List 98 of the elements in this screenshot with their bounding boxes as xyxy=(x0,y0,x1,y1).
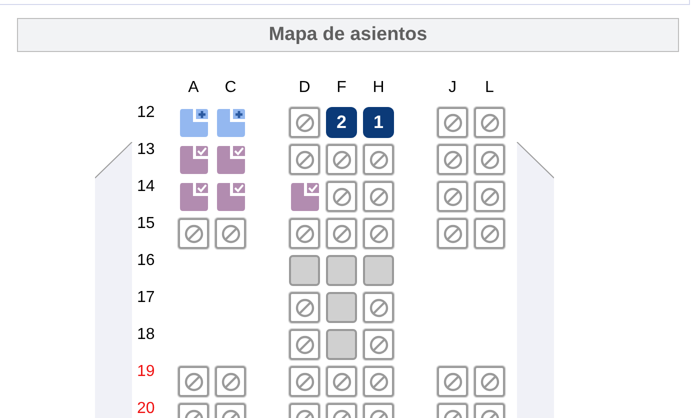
no-entry-icon xyxy=(220,224,240,244)
no-entry-icon xyxy=(480,186,500,206)
blocked-seat[interactable] xyxy=(437,366,468,397)
available-seat[interactable] xyxy=(215,107,246,138)
row-number: 18 xyxy=(136,326,156,343)
no-entry-icon xyxy=(294,372,314,392)
no-entry-icon xyxy=(368,186,388,206)
no-entry-icon xyxy=(184,224,204,244)
section-header: Mapa de asientos xyxy=(17,18,679,52)
blocked-seat[interactable] xyxy=(363,366,394,397)
column-letter: A xyxy=(187,79,200,97)
column-letter: J xyxy=(448,79,458,97)
blocked-seat[interactable] xyxy=(289,107,320,138)
unavailable-seat[interactable] xyxy=(326,255,357,286)
blocked-seat[interactable] xyxy=(363,292,394,323)
column-letter: F xyxy=(336,79,348,97)
occupied-seat[interactable] xyxy=(178,144,209,175)
no-entry-icon xyxy=(368,150,388,170)
available-seat[interactable] xyxy=(178,107,209,138)
no-entry-icon xyxy=(442,150,462,170)
blocked-seat[interactable] xyxy=(474,107,505,138)
blocked-seat[interactable] xyxy=(289,144,320,175)
blocked-seat[interactable] xyxy=(474,181,505,212)
blocked-seat[interactable] xyxy=(178,366,209,397)
blocked-seat[interactable] xyxy=(215,366,246,397)
no-entry-icon xyxy=(332,186,352,206)
blocked-seat[interactable] xyxy=(326,366,357,397)
blocked-seat[interactable] xyxy=(289,218,320,249)
seat-check-icon xyxy=(178,182,208,212)
no-entry-icon xyxy=(442,372,462,392)
no-entry-icon xyxy=(442,112,462,132)
no-entry-icon xyxy=(332,224,352,244)
blocked-seat[interactable] xyxy=(215,218,246,249)
column-letter: H xyxy=(372,79,386,97)
no-entry-icon xyxy=(368,334,388,354)
blocked-seat[interactable] xyxy=(178,218,209,249)
row-number: 15 xyxy=(136,215,156,232)
seat-check-icon xyxy=(290,182,320,212)
no-entry-icon xyxy=(480,150,500,170)
no-entry-icon xyxy=(368,224,388,244)
no-entry-icon xyxy=(220,372,240,392)
blocked-seat[interactable] xyxy=(326,218,357,249)
no-entry-icon xyxy=(184,372,204,392)
blocked-seat[interactable] xyxy=(437,107,468,138)
no-entry-icon xyxy=(294,334,314,354)
unavailable-seat[interactable] xyxy=(326,292,357,323)
unavailable-seat[interactable] xyxy=(326,329,357,360)
no-entry-icon xyxy=(368,298,388,318)
blocked-seat[interactable] xyxy=(474,144,505,175)
no-entry-icon xyxy=(480,224,500,244)
no-entry-icon xyxy=(294,224,314,244)
unavailable-seat[interactable] xyxy=(363,255,394,286)
blocked-seat[interactable] xyxy=(363,218,394,249)
row-number: 19 xyxy=(136,363,156,380)
blocked-seat[interactable] xyxy=(474,366,505,397)
no-entry-icon xyxy=(480,112,500,132)
seat-check-icon xyxy=(216,182,246,212)
unavailable-seat[interactable] xyxy=(289,255,320,286)
row-number: 12 xyxy=(136,104,156,121)
row-number: 13 xyxy=(136,141,156,158)
blocked-seat[interactable] xyxy=(474,218,505,249)
occupied-seat[interactable] xyxy=(215,181,246,212)
seat-check-icon xyxy=(216,144,246,174)
blocked-seat[interactable] xyxy=(363,144,394,175)
no-entry-icon xyxy=(294,150,314,170)
seat-plus-icon xyxy=(178,108,208,138)
no-entry-icon xyxy=(442,186,462,206)
column-letter: L xyxy=(484,79,495,97)
selected-seat[interactable]: 1 xyxy=(363,107,394,138)
no-entry-icon xyxy=(332,150,352,170)
selected-seat[interactable]: 2 xyxy=(326,107,357,138)
row-number: 14 xyxy=(136,178,156,195)
no-entry-icon xyxy=(332,372,352,392)
column-letter: C xyxy=(224,79,238,97)
blocked-seat[interactable] xyxy=(363,329,394,360)
blocked-seat[interactable] xyxy=(437,218,468,249)
blocked-seat[interactable] xyxy=(437,144,468,175)
blocked-seat[interactable] xyxy=(289,366,320,397)
blocked-seat[interactable] xyxy=(326,144,357,175)
no-entry-icon xyxy=(368,372,388,392)
no-entry-icon xyxy=(294,298,314,318)
seat-check-icon xyxy=(178,144,208,174)
seat-plus-icon xyxy=(216,108,246,138)
row-number: 17 xyxy=(136,289,156,306)
blocked-seat[interactable] xyxy=(326,181,357,212)
blocked-seat[interactable] xyxy=(437,181,468,212)
blocked-seat[interactable] xyxy=(363,181,394,212)
column-letter: D xyxy=(298,79,312,97)
no-entry-icon xyxy=(294,112,314,132)
occupied-seat[interactable] xyxy=(215,144,246,175)
no-entry-icon xyxy=(442,224,462,244)
blocked-seat[interactable] xyxy=(289,329,320,360)
occupied-seat[interactable] xyxy=(178,181,209,212)
no-entry-icon xyxy=(480,372,500,392)
row-number: 16 xyxy=(136,252,156,269)
blocked-seat[interactable] xyxy=(289,292,320,323)
row-number: 20 xyxy=(136,400,156,417)
occupied-seat[interactable] xyxy=(289,181,320,212)
